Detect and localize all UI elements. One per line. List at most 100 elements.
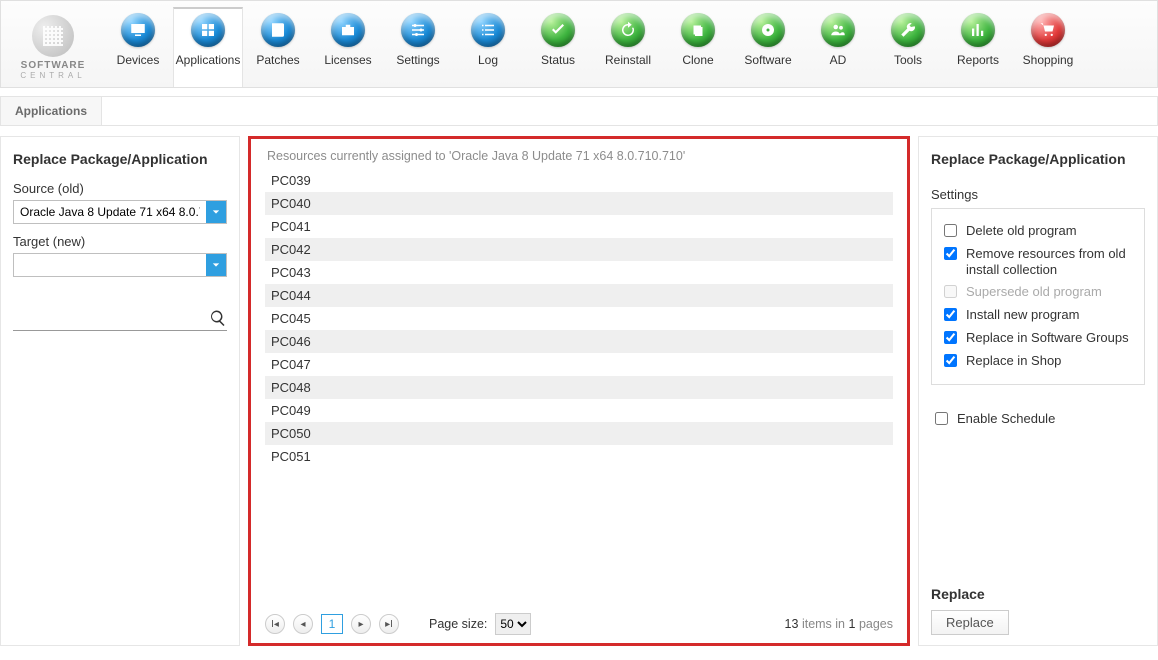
toolbar-patches-button[interactable]: Patches: [243, 7, 313, 87]
users-icon: [821, 13, 855, 47]
center-panel: Resources currently assigned to 'Oracle …: [248, 136, 910, 646]
resource-row[interactable]: PC048: [265, 376, 893, 399]
toolbar-log-label: Log: [478, 53, 498, 67]
toolbar-log-button[interactable]: Log: [453, 7, 523, 87]
option-install_new-checkbox[interactable]: [944, 308, 957, 321]
pager-current-page[interactable]: 1: [321, 614, 343, 634]
option-remove_res-label: Remove resources from old install collec…: [966, 246, 1136, 278]
source-input[interactable]: [14, 201, 206, 223]
left-title: Replace Package/Application: [13, 151, 227, 167]
toolbar-software-button[interactable]: Software: [733, 7, 803, 87]
toolbar-settings-button[interactable]: Settings: [383, 7, 453, 87]
toolbar-status-button[interactable]: Status: [523, 7, 593, 87]
toolbar-settings-label: Settings: [396, 53, 439, 67]
book-icon: [261, 13, 295, 47]
resource-list: PC039PC040PC041PC042PC043PC044PC045PC046…: [265, 169, 893, 605]
list-icon: [471, 13, 505, 47]
option-replace_shop-label: Replace in Shop: [966, 353, 1061, 369]
resource-row[interactable]: PC045: [265, 307, 893, 330]
option-remove_res[interactable]: Remove resources from old install collec…: [940, 246, 1136, 278]
monitor-icon: [121, 13, 155, 47]
replace-header: Replace: [931, 586, 1145, 602]
breadcrumb[interactable]: Applications: [1, 97, 102, 125]
check-icon: [541, 13, 575, 47]
sliders-icon: [401, 13, 435, 47]
search-box[interactable]: [13, 305, 227, 331]
settings-group: Delete old program Remove resources from …: [931, 208, 1145, 385]
toolbar-licenses-label: Licenses: [324, 53, 371, 67]
resource-row[interactable]: PC051: [265, 445, 893, 468]
option-install_new-label: Install new program: [966, 307, 1079, 323]
resource-row[interactable]: PC046: [265, 330, 893, 353]
option-replace_groups-label: Replace in Software Groups: [966, 330, 1129, 346]
replace-section: Replace Replace: [931, 582, 1145, 635]
option-replace_groups[interactable]: Replace in Software Groups: [940, 330, 1136, 347]
pager-summary: 13 items in 1 pages: [785, 617, 893, 631]
toolbar-applications-label: Applications: [176, 53, 241, 67]
resource-row[interactable]: PC039: [265, 169, 893, 192]
toolbar-reinstall-button[interactable]: Reinstall: [593, 7, 663, 87]
source-dropdown-button[interactable]: [206, 201, 226, 223]
resource-row[interactable]: PC043: [265, 261, 893, 284]
chevron-down-icon: [212, 208, 220, 216]
apps-icon: [191, 13, 225, 47]
source-combo[interactable]: [13, 200, 227, 224]
toolbar-shopping-label: Shopping: [1023, 53, 1074, 67]
toolbar-ad-label: AD: [830, 53, 847, 67]
resource-row[interactable]: PC040: [265, 192, 893, 215]
option-remove_res-checkbox[interactable]: [944, 247, 957, 260]
cart-icon: [1031, 13, 1065, 47]
target-combo[interactable]: [13, 253, 227, 277]
toolbar-reports-button[interactable]: Reports: [943, 7, 1013, 87]
option-delete_old[interactable]: Delete old program: [940, 223, 1136, 240]
resource-row[interactable]: PC042: [265, 238, 893, 261]
toolbar-ad-button[interactable]: AD: [803, 7, 873, 87]
page-size-select[interactable]: 50: [495, 613, 531, 635]
option-supersede: Supersede old program: [940, 284, 1136, 301]
replace-button[interactable]: Replace: [931, 610, 1009, 635]
option-replace_shop[interactable]: Replace in Shop: [940, 353, 1136, 370]
option-delete_old-checkbox[interactable]: [944, 224, 957, 237]
option-replace_groups-checkbox[interactable]: [944, 331, 957, 344]
target-input[interactable]: [14, 254, 206, 276]
pager-first-button[interactable]: I◂: [265, 614, 285, 634]
left-panel: Replace Package/Application Source (old)…: [0, 136, 240, 646]
pager-last-button[interactable]: ▸I: [379, 614, 399, 634]
toolbar-tools-button[interactable]: Tools: [873, 7, 943, 87]
disc-icon: [751, 13, 785, 47]
enable-schedule-checkbox[interactable]: [935, 412, 948, 425]
pager-next-button[interactable]: ▸: [351, 614, 371, 634]
breadcrumb-bar: Applications: [0, 96, 1158, 126]
brand-logo: SOFTWARE CENTRAL: [3, 7, 103, 87]
toolbar-licenses-button[interactable]: Licenses: [313, 7, 383, 87]
target-dropdown-button[interactable]: [206, 254, 226, 276]
option-replace_shop-checkbox[interactable]: [944, 354, 957, 367]
toolbar-devices-button[interactable]: Devices: [103, 7, 173, 87]
main-toolbar: SOFTWARE CENTRAL DevicesApplicationsPatc…: [0, 0, 1158, 88]
toolbar-shopping-button[interactable]: Shopping: [1013, 7, 1083, 87]
resource-list-caption: Resources currently assigned to 'Oracle …: [267, 149, 893, 163]
pager: I◂ ◂ 1 ▸ ▸I Page size: 50 13 items in 1 …: [265, 613, 893, 635]
search-input[interactable]: [13, 309, 209, 326]
resource-row[interactable]: PC049: [265, 399, 893, 422]
toolbar-clone-label: Clone: [682, 53, 713, 67]
brand-sub: CENTRAL: [20, 71, 85, 80]
main-layout: Replace Package/Application Source (old)…: [0, 136, 1158, 646]
toolbar-tools-label: Tools: [894, 53, 922, 67]
right-title: Replace Package/Application: [931, 151, 1145, 167]
toolbar-applications-button[interactable]: Applications: [173, 7, 243, 87]
option-supersede-checkbox: [944, 285, 957, 298]
pager-prev-button[interactable]: ◂: [293, 614, 313, 634]
toolbar-software-label: Software: [744, 53, 791, 67]
toolbar-clone-button[interactable]: Clone: [663, 7, 733, 87]
resource-row[interactable]: PC044: [265, 284, 893, 307]
search-icon[interactable]: [209, 309, 227, 327]
settings-label: Settings: [931, 187, 1145, 202]
enable-schedule-row[interactable]: Enable Schedule: [931, 411, 1145, 428]
resource-row[interactable]: PC047: [265, 353, 893, 376]
resource-row[interactable]: PC041: [265, 215, 893, 238]
right-panel: Replace Package/Application Settings Del…: [918, 136, 1158, 646]
copy-icon: [681, 13, 715, 47]
resource-row[interactable]: PC050: [265, 422, 893, 445]
option-install_new[interactable]: Install new program: [940, 307, 1136, 324]
